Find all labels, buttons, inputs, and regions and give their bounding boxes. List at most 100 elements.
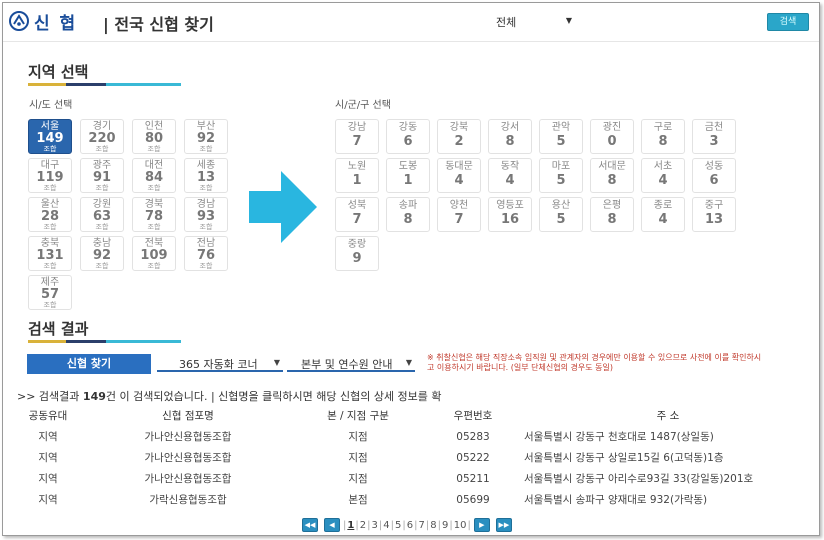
cell-branch-type: 지점 bbox=[348, 473, 368, 485]
gu-count: 6 bbox=[709, 173, 719, 188]
cell-branch-name[interactable]: 가락신용협동조합 bbox=[83, 489, 293, 510]
gu-tile[interactable]: 구로 8 bbox=[641, 119, 685, 154]
page-separator: | bbox=[355, 519, 359, 531]
table-row[interactable]: 지역 가나안신용협동조합 지점 05222 서울특별시 강동구 상일로15길 6(고덕동… bbox=[13, 447, 813, 468]
region-select[interactable]: 전체 ▼ bbox=[496, 14, 576, 30]
page-number-link[interactable]: 8 bbox=[430, 520, 436, 531]
gu-tile[interactable]: 도봉 1 bbox=[386, 158, 430, 193]
page-numbers: |1|2|3|4|5|6|7|8|9|10| bbox=[343, 520, 471, 531]
gu-tile[interactable]: 강서 8 bbox=[488, 119, 532, 154]
sido-tile[interactable]: 부산 92 조합 bbox=[184, 119, 228, 154]
gu-tile[interactable]: 양천 7 bbox=[437, 197, 481, 232]
sido-tile[interactable]: 울산 28 조합 bbox=[28, 197, 72, 232]
sido-tile[interactable]: 전북 109 조합 bbox=[132, 236, 176, 271]
sido-unit: 조합 bbox=[199, 223, 213, 231]
gu-name: 용산 bbox=[551, 200, 571, 211]
sido-tile[interactable]: 광주 91 조합 bbox=[80, 158, 124, 193]
sido-count: 109 bbox=[140, 248, 168, 263]
sido-tile[interactable]: 대구 119 조합 bbox=[28, 158, 72, 193]
page-number-link[interactable]: 1 bbox=[347, 520, 354, 531]
sido-tile[interactable]: 제주 57 조합 bbox=[28, 275, 72, 310]
sido-tile[interactable]: 충북 131 조합 bbox=[28, 236, 72, 271]
gu-tile[interactable]: 중구 13 bbox=[692, 197, 736, 232]
gu-tile[interactable]: 동대문 4 bbox=[437, 158, 481, 193]
gu-tile[interactable]: 강북 2 bbox=[437, 119, 481, 154]
gu-count: 1 bbox=[352, 173, 362, 188]
sido-tile[interactable]: 세종 13 조합 bbox=[184, 158, 228, 193]
gu-tile[interactable]: 종로 4 bbox=[641, 197, 685, 232]
logo[interactable]: 신 협 bbox=[9, 10, 77, 34]
page-separator: | bbox=[425, 519, 430, 531]
search-input[interactable] bbox=[583, 13, 763, 29]
gu-name: 강북 bbox=[449, 122, 469, 133]
gu-name: 은평 bbox=[602, 200, 622, 211]
sido-count: 91 bbox=[92, 170, 112, 185]
gu-count: 16 bbox=[500, 212, 520, 227]
sido-tile[interactable]: 인천 80 조합 bbox=[132, 119, 176, 154]
page-number-link[interactable]: 3 bbox=[371, 520, 377, 531]
pagination: ◀◀ ◀ |1|2|3|4|5|6|7|8|9|10| ▶ ▶▶ bbox=[299, 517, 515, 533]
page-number-link[interactable]: 7 bbox=[418, 520, 424, 531]
sido-count: 80 bbox=[144, 131, 164, 146]
sido-tile[interactable]: 강원 63 조합 bbox=[80, 197, 124, 232]
sido-tile[interactable]: 경기 220 조합 bbox=[80, 119, 124, 154]
gu-name: 동작 bbox=[500, 161, 520, 172]
page-number-link[interactable]: 6 bbox=[407, 520, 413, 531]
gu-tile[interactable]: 은평 8 bbox=[590, 197, 634, 232]
results-title-underline bbox=[28, 340, 181, 343]
cell-branch-name[interactable]: 가나안신용협동조합 bbox=[83, 447, 293, 468]
page-separator: | bbox=[467, 519, 471, 531]
page-number-link[interactable]: 2 bbox=[360, 520, 366, 531]
gu-count: 9 bbox=[352, 251, 362, 266]
table-row[interactable]: 지역 가락신용협동조합 본점 05699 서울특별시 송파구 양재대로 932(가락동) bbox=[13, 489, 813, 510]
page-number-link[interactable]: 10 bbox=[454, 520, 467, 531]
sido-tile[interactable]: 충남 92 조합 bbox=[80, 236, 124, 271]
gu-tile[interactable]: 노원 1 bbox=[335, 158, 379, 193]
gu-tile[interactable]: 중랑 9 bbox=[335, 236, 379, 271]
cell-branch-name[interactable]: 가나안신용협동조합 bbox=[83, 468, 293, 489]
gu-tile[interactable]: 관악 5 bbox=[539, 119, 583, 154]
gu-tile[interactable]: 광진 0 bbox=[590, 119, 634, 154]
gu-tile[interactable]: 성동 6 bbox=[692, 158, 736, 193]
sido-tile[interactable]: 경북 78 조합 bbox=[132, 197, 176, 232]
page-number-link[interactable]: 4 bbox=[383, 520, 389, 531]
gu-count: 7 bbox=[352, 212, 362, 227]
page-number-link[interactable]: 5 bbox=[395, 520, 401, 531]
search-button[interactable]: 검색 bbox=[767, 13, 809, 31]
page-number-link[interactable]: 9 bbox=[442, 520, 448, 531]
gu-tile[interactable]: 동작 4 bbox=[488, 158, 532, 193]
gu-name: 도봉 bbox=[398, 161, 418, 172]
tab-find-shinhyup[interactable]: 신협 찾기 bbox=[27, 354, 151, 374]
gu-tile[interactable]: 영등포 16 bbox=[488, 197, 532, 232]
gu-tile[interactable]: 강동 6 bbox=[386, 119, 430, 154]
gu-name: 노원 bbox=[347, 161, 367, 172]
gu-tile[interactable]: 서대문 8 bbox=[590, 158, 634, 193]
page-separator: | bbox=[343, 519, 347, 531]
sido-unit: 조합 bbox=[199, 262, 213, 270]
tab-atm-corner[interactable]: 365 자동화 코너 ▼ bbox=[157, 356, 283, 372]
sido-tile[interactable]: 서울 149 조합 bbox=[28, 119, 72, 154]
table-row[interactable]: 지역 가나안신용협동조합 지점 05211 서울특별시 강동구 아리수로93길 33(강… bbox=[13, 468, 813, 489]
next-page-button[interactable]: ▶ bbox=[473, 518, 490, 532]
sido-tile[interactable]: 대전 84 조합 bbox=[132, 158, 176, 193]
cell-branch-name[interactable]: 가나안신용협동조합 bbox=[83, 426, 293, 447]
prev-page-button[interactable]: ◀ bbox=[324, 518, 340, 532]
gu-tile[interactable]: 송파 8 bbox=[386, 197, 430, 232]
tab-hq-training[interactable]: 본부 및 연수원 안내 ▼ bbox=[287, 356, 415, 372]
gu-tile[interactable]: 성북 7 bbox=[335, 197, 379, 232]
tab-hq-training-label: 본부 및 연수원 안내 bbox=[301, 358, 393, 371]
sido-count: 28 bbox=[40, 209, 60, 224]
sido-tile[interactable]: 전남 76 조합 bbox=[184, 236, 228, 271]
gu-name: 성동 bbox=[704, 161, 724, 172]
gu-tile[interactable]: 강남 7 bbox=[335, 119, 379, 154]
gu-tile[interactable]: 마포 5 bbox=[539, 158, 583, 193]
gu-tile[interactable]: 용산 5 bbox=[539, 197, 583, 232]
sido-tile[interactable]: 경남 93 조합 bbox=[184, 197, 228, 232]
last-page-button[interactable]: ▶▶ bbox=[495, 518, 512, 532]
table-row[interactable]: 지역 가나안신용협동조합 지점 05283 서울특별시 강동구 천호대로 1487(상일… bbox=[13, 426, 813, 447]
gu-tile[interactable]: 금천 3 bbox=[692, 119, 736, 154]
first-page-button[interactable]: ◀◀ bbox=[302, 518, 318, 532]
sido-count: 84 bbox=[144, 170, 164, 185]
table-header-row: 공동유대 신협 점포명 본 / 지점 구분 우편번호 주 소 bbox=[13, 405, 813, 426]
gu-tile[interactable]: 서초 4 bbox=[641, 158, 685, 193]
